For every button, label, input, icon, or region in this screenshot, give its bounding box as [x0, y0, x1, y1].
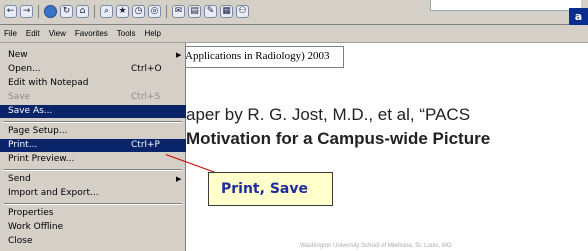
- menu-item-label: Save: [8, 92, 31, 102]
- menu-item-open[interactable]: Open... Ctrl+O: [0, 63, 186, 76]
- document-reference-box: Applications in Radiology) 2003: [180, 46, 344, 68]
- print-icon[interactable]: ▤: [188, 5, 201, 18]
- menu-view[interactable]: View: [49, 29, 66, 38]
- callout-box: Print, Save: [208, 172, 333, 206]
- callout-text: Print, Save: [221, 181, 308, 197]
- menu-item-print-preview[interactable]: Print Preview...: [0, 153, 186, 166]
- menu-item-close[interactable]: Close: [0, 235, 186, 248]
- document-footer-text: Washington University School of Medicine…: [300, 243, 452, 249]
- home-icon[interactable]: ⌂: [76, 5, 89, 18]
- menu-item-page-setup[interactable]: Page Setup...: [0, 125, 186, 138]
- back-icon[interactable]: ←: [4, 5, 17, 18]
- menu-tools[interactable]: Tools: [117, 29, 136, 38]
- menu-item-label: Send: [8, 174, 31, 184]
- menu-bar: File Edit View Favorites Tools Help: [0, 25, 588, 43]
- menu-file[interactable]: File: [4, 29, 17, 38]
- menu-item-import-export[interactable]: Import and Export...: [0, 187, 186, 200]
- menu-favorites[interactable]: Favorites: [75, 29, 108, 38]
- menu-item-label: Print...: [8, 140, 38, 150]
- submenu-arrow-icon: ▶: [176, 175, 182, 183]
- edit-icon[interactable]: ✎: [204, 5, 217, 18]
- search-icon[interactable]: ⌕: [100, 5, 113, 18]
- menu-item-save[interactable]: Save Ctrl+S: [0, 91, 186, 104]
- menu-item-print[interactable]: Print... Ctrl+P: [0, 139, 186, 152]
- menu-item-shortcut: Ctrl+O: [131, 64, 162, 74]
- menu-item-label: Print Preview...: [8, 154, 75, 164]
- document-reference-text: Applications in Radiology) 2003: [185, 50, 330, 62]
- menu-help[interactable]: Help: [144, 29, 160, 38]
- messenger-icon[interactable]: ⚇: [236, 5, 249, 18]
- address-area: [430, 0, 581, 11]
- menu-item-edit-with-notepad[interactable]: Edit with Notepad: [0, 77, 186, 90]
- favorites-icon[interactable]: ★: [116, 5, 129, 18]
- menu-item-label: Page Setup...: [8, 126, 68, 136]
- menu-item-label: Close: [8, 236, 33, 246]
- toolbar-separator: [38, 5, 39, 18]
- media-icon[interactable]: ◎: [148, 5, 161, 18]
- menu-separator: [4, 121, 182, 123]
- discuss-icon[interactable]: ▦: [220, 5, 233, 18]
- toolbar: ← → ↻ ⌂ ⌕ ★ ◷ ◎ ✉ ▤ ✎ ▦ ⚇ a: [0, 0, 588, 25]
- toolbar-icons: ← → ↻ ⌂ ⌕ ★ ◷ ◎ ✉ ▤ ✎ ▦ ⚇: [4, 5, 249, 18]
- toolbar-separator: [166, 5, 167, 18]
- menu-item-label: New: [8, 50, 28, 60]
- menu-item-shortcut: Ctrl+S: [131, 92, 161, 102]
- submenu-arrow-icon: ▶: [176, 51, 182, 59]
- refresh-icon[interactable]: ↻: [60, 5, 73, 18]
- menu-item-label: Work Offline: [8, 222, 64, 232]
- brand-logo: a: [569, 8, 588, 25]
- stop-icon[interactable]: [44, 5, 57, 18]
- menu-edit[interactable]: Edit: [26, 29, 40, 38]
- mail-icon[interactable]: ✉: [172, 5, 185, 18]
- menu-item-shortcut: Ctrl+P: [131, 140, 160, 150]
- menu-item-label: Edit with Notepad: [8, 78, 89, 88]
- menu-item-properties[interactable]: Properties: [0, 207, 186, 220]
- menu-item-save-as[interactable]: Save As...: [0, 105, 186, 118]
- document-heading-line-2: Motivation for a Campus-wide Picture: [186, 129, 491, 148]
- menu-item-new[interactable]: New ▶: [0, 49, 186, 62]
- document-heading-line-1: aper by R. G. Jost, M.D., et al, “PACS: [186, 105, 471, 124]
- menu-separator: [4, 203, 182, 205]
- menu-item-label: Import and Export...: [8, 188, 99, 198]
- toolbar-separator: [94, 5, 95, 18]
- menu-item-send[interactable]: Send ▶: [0, 173, 186, 186]
- menu-item-label: Open...: [8, 64, 41, 74]
- menu-separator: [4, 169, 182, 171]
- forward-icon[interactable]: →: [20, 5, 33, 18]
- menu-item-work-offline[interactable]: Work Offline: [0, 221, 186, 234]
- menu-item-label: Properties: [8, 208, 54, 218]
- file-menu-dropdown: New ▶ Open... Ctrl+O Edit with Notepad S…: [0, 43, 186, 251]
- history-icon[interactable]: ◷: [132, 5, 145, 18]
- menu-item-label: Save As...: [8, 106, 53, 116]
